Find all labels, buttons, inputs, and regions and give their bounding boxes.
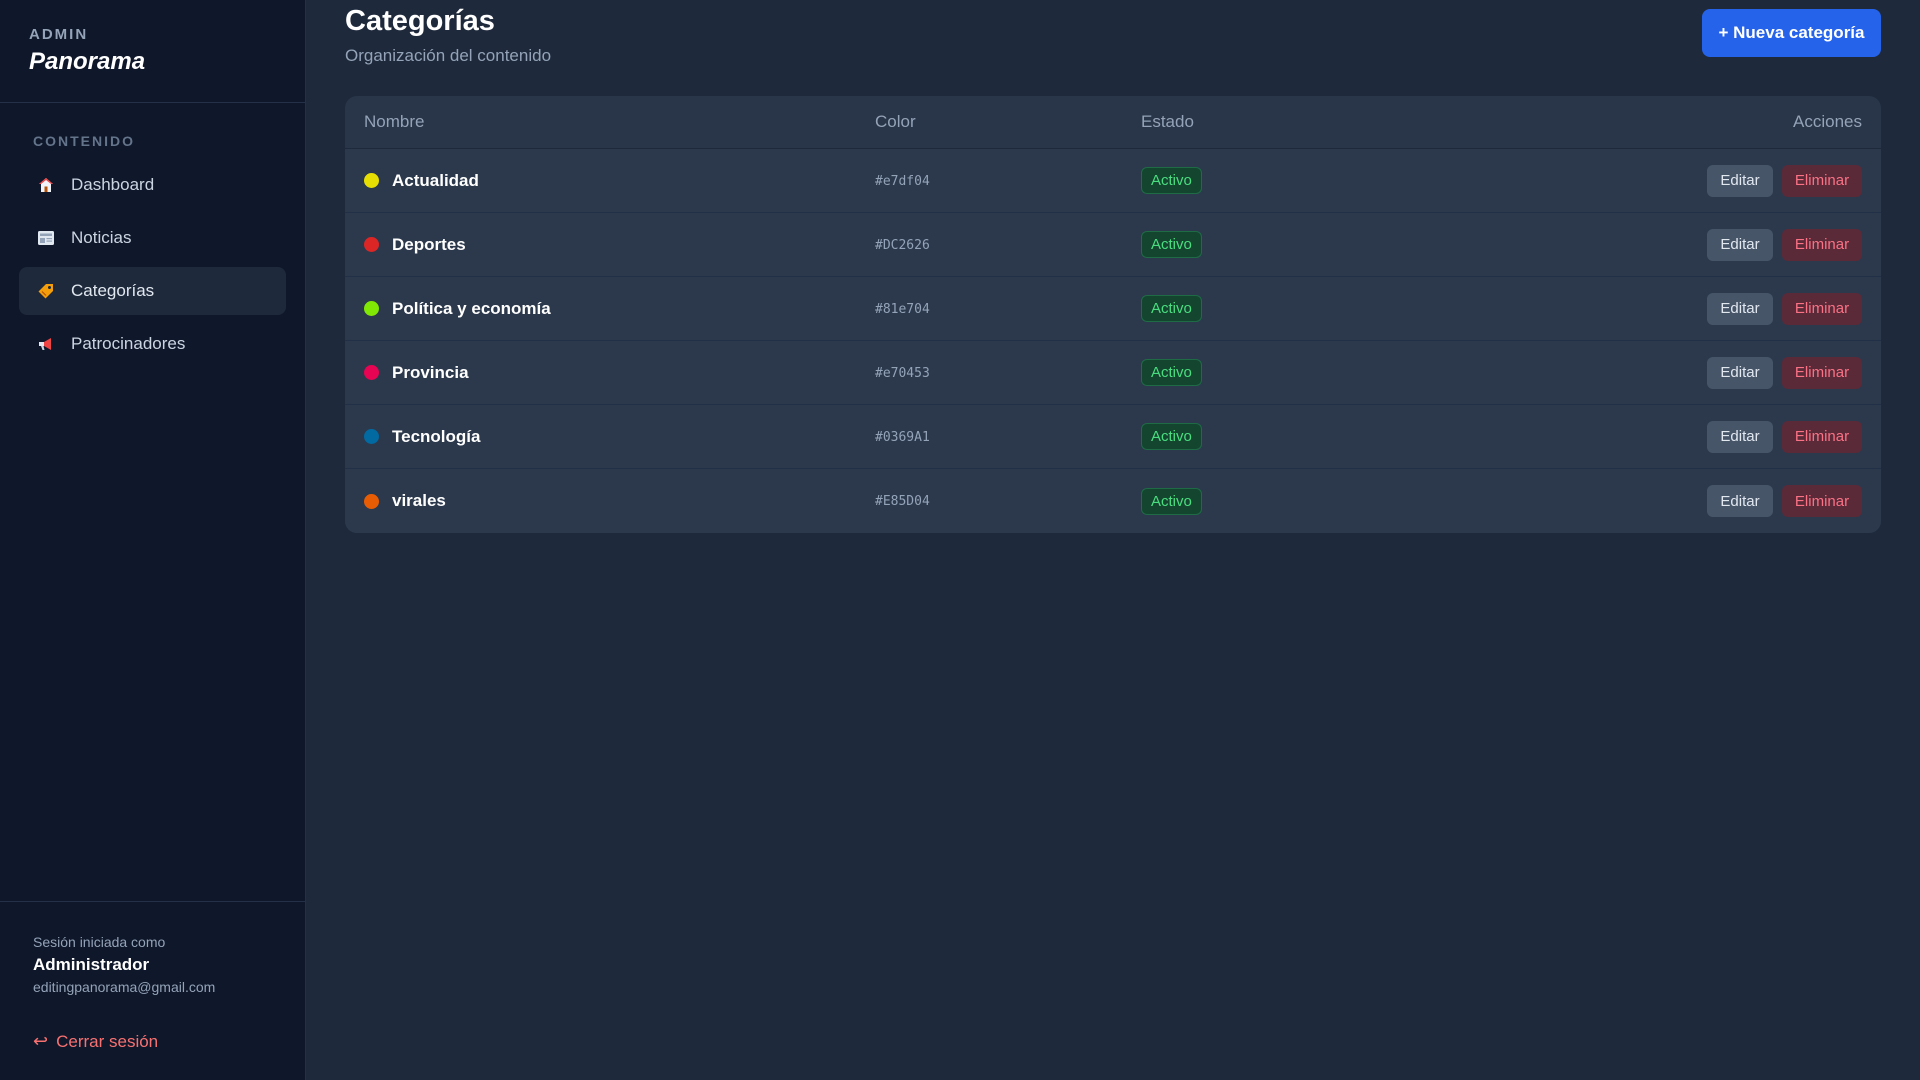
brand-name[interactable]: Panorama <box>29 48 276 76</box>
category-color-hex: #E85D04 <box>875 494 930 509</box>
edit-button[interactable]: Editar <box>1707 485 1773 517</box>
delete-button[interactable]: Eliminar <box>1782 420 1862 453</box>
edit-button[interactable]: Editar <box>1707 228 1773 261</box>
brand-kicker: ADMIN <box>29 26 89 43</box>
sidebar-nav: Dashboard Noticias Categorías Patrocinad… <box>0 161 305 368</box>
sidebar: ADMIN Panorama CONTENIDO Dashboard Notic… <box>0 0 306 1080</box>
column-header-estado: Estado <box>1141 112 1194 131</box>
sidebar-item-dashboard[interactable]: Dashboard <box>19 161 286 209</box>
sidebar-item-categorias[interactable]: Categorías <box>19 267 286 315</box>
status-badge: Activo <box>1141 487 1202 515</box>
status-badge: Activo <box>1141 295 1202 322</box>
return-arrow-icon: ↩ <box>33 1031 49 1051</box>
delete-button[interactable]: Eliminar <box>1782 228 1862 261</box>
sidebar-item-label: Patrocinadores <box>71 334 186 353</box>
table-row: virales #E85D04 Activo Editar Eliminar <box>345 469 1881 533</box>
category-color-hex: #0369A1 <box>875 429 930 445</box>
category-name: virales <box>392 491 446 510</box>
sidebar-item-patrocinadores[interactable]: Patrocinadores <box>19 320 286 368</box>
session-user: Administrador <box>33 955 150 974</box>
category-name: Política y economía <box>392 298 551 318</box>
newspaper-icon <box>36 228 56 248</box>
column-header-acciones: Acciones <box>1793 112 1862 131</box>
sidebar-item-label: Categorías <box>71 281 155 300</box>
color-dot <box>364 365 379 380</box>
brand: ADMIN Panorama <box>0 0 305 103</box>
category-color-hex: #81e704 <box>875 301 930 317</box>
color-dot <box>364 493 379 509</box>
tag-icon <box>36 281 56 301</box>
delete-button[interactable]: Eliminar <box>1782 485 1862 517</box>
sidebar-item-label: Noticias <box>71 228 132 247</box>
column-header-color: Color <box>875 112 916 131</box>
megaphone-icon <box>36 334 56 354</box>
session-label: Sesión iniciada como <box>33 934 166 950</box>
category-color-hex: #e7df04 <box>875 173 930 189</box>
table-row: Deportes #DC2626 Activo Editar Eliminar <box>345 213 1881 277</box>
sidebar-item-label: Dashboard <box>71 175 155 194</box>
table-row: Política y economía #81e704 Activo Edita… <box>345 277 1881 341</box>
edit-button[interactable]: Editar <box>1707 356 1773 389</box>
table-row: Provincia #e70453 Activo Editar Eliminar <box>345 341 1881 405</box>
new-category-button[interactable]: + Nueva categoría <box>1702 9 1881 57</box>
session-panel: Sesión iniciada como Administrador editi… <box>0 901 305 1080</box>
logout-button[interactable]: ↩ Cerrar sesión <box>33 1031 272 1052</box>
table-body: Actualidad #e7df04 Activo Editar Elimina… <box>345 149 1881 533</box>
category-color-hex: #e70453 <box>875 365 930 381</box>
category-color-hex: #DC2626 <box>875 237 930 253</box>
edit-button[interactable]: Editar <box>1707 292 1773 325</box>
session-email: editingpanorama@gmail.com <box>33 979 216 995</box>
color-dot <box>364 173 379 188</box>
categories-table: Nombre Color Estado Acciones Actualidad … <box>345 96 1881 533</box>
category-name: Provincia <box>392 362 469 382</box>
page-title: Categorías <box>345 5 495 37</box>
table-row: Tecnología #0369A1 Activo Editar Elimina… <box>345 405 1881 469</box>
delete-button[interactable]: Eliminar <box>1782 164 1862 197</box>
category-name: Tecnología <box>392 426 481 446</box>
logout-label: Cerrar sesión <box>56 1031 159 1051</box>
edit-button[interactable]: Editar <box>1707 420 1773 453</box>
column-header-nombre: Nombre <box>364 112 425 131</box>
house-icon <box>36 175 56 195</box>
color-dot <box>364 429 379 444</box>
status-badge: Activo <box>1141 359 1202 386</box>
sidebar-item-noticias[interactable]: Noticias <box>19 214 286 262</box>
page-subtitle: Organización del contenido <box>345 46 552 65</box>
color-dot <box>364 301 379 316</box>
delete-button[interactable]: Eliminar <box>1782 356 1862 389</box>
category-name: Actualidad <box>392 170 479 190</box>
delete-button[interactable]: Eliminar <box>1782 292 1862 325</box>
color-dot <box>364 237 379 252</box>
edit-button[interactable]: Editar <box>1707 164 1773 197</box>
nav-section-label: CONTENIDO <box>33 133 135 149</box>
table-row: Actualidad #e7df04 Activo Editar Elimina… <box>345 149 1881 213</box>
table-header: Nombre Color Estado Acciones <box>345 96 1881 149</box>
category-name: Deportes <box>392 234 466 254</box>
status-badge: Activo <box>1141 231 1202 258</box>
status-badge: Activo <box>1141 167 1202 194</box>
status-badge: Activo <box>1141 423 1202 450</box>
